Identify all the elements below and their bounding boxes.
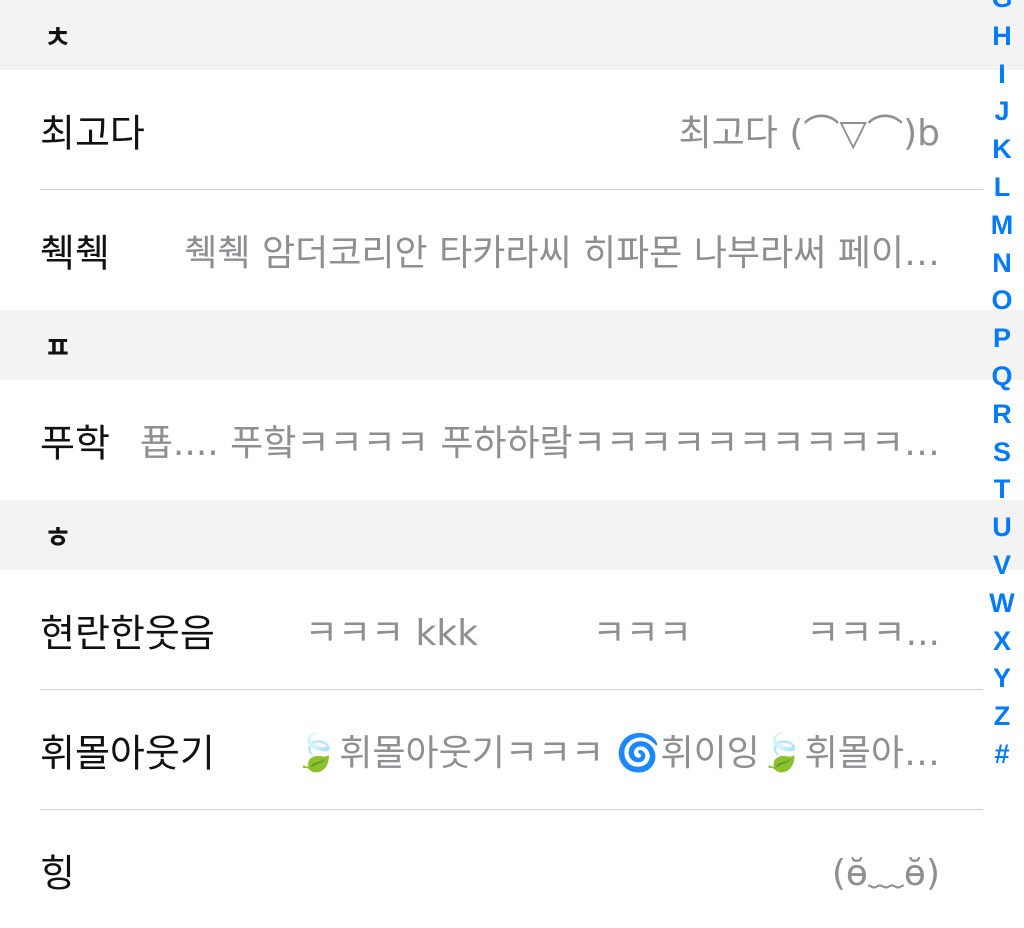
index-letter-t[interactable]: T bbox=[994, 471, 1011, 509]
list-item-puhak[interactable]: 푸학 푭.... 푸핰ㅋㅋㅋㅋ 푸하하랔ㅋㅋㅋㅋㅋㅋㅋㅋㅋㅋ… bbox=[0, 380, 1024, 500]
list-item-title: 휘몰아웃기 bbox=[40, 731, 215, 776]
index-letter-s[interactable]: S bbox=[993, 434, 1011, 472]
list-item-detail: 🍃휘몰아웃기ㅋㅋㅋ 🌀휘이잉🍃휘몰아… bbox=[294, 733, 940, 774]
index-letter-z[interactable]: Z bbox=[994, 698, 1011, 736]
index-letter-l[interactable]: L bbox=[994, 169, 1011, 207]
section-header-hieut: ㅎ bbox=[0, 500, 1024, 570]
list-item-hyeonranhan-useum[interactable]: 현란한웃음 ㅋㅋㅋ kkk ㅋㅋㅋ ㅋㅋㅋ... bbox=[0, 570, 1024, 690]
emoticon-list-screen: ㅊ 최고다 최고다 (⌒▽⌒)b 췍췍 췍췍 암더코리안 타카라씨 히파몬 나부… bbox=[0, 0, 1024, 928]
index-letter-w[interactable]: W bbox=[989, 585, 1014, 623]
list-item-title: 최고다 bbox=[40, 111, 145, 156]
index-letter-q[interactable]: Q bbox=[991, 358, 1012, 396]
index-letter-h[interactable]: H bbox=[992, 18, 1012, 56]
index-letter-y[interactable]: Y bbox=[993, 660, 1011, 698]
section-header-label: ㅊ bbox=[44, 21, 72, 56]
list-item-detail: 푭.... 푸핰ㅋㅋㅋㅋ 푸하하랔ㅋㅋㅋㅋㅋㅋㅋㅋㅋㅋ… bbox=[139, 423, 940, 464]
list-item-detail: (ɵ̆﹏ɵ̆) bbox=[831, 853, 940, 894]
index-letter-m[interactable]: M bbox=[991, 207, 1014, 245]
list-item-title: 힝 bbox=[40, 851, 75, 896]
list-item-hwimola-utgi[interactable]: 휘몰아웃기 🍃휘몰아웃기ㅋㅋㅋ 🌀휘이잉🍃휘몰아… bbox=[0, 690, 1024, 810]
index-letter-p[interactable]: P bbox=[993, 320, 1011, 358]
index-letter-n[interactable]: N bbox=[992, 245, 1012, 283]
index-letter-k[interactable]: K bbox=[992, 131, 1012, 169]
list-item-choegoda[interactable]: 최고다 최고다 (⌒▽⌒)b bbox=[0, 70, 1024, 190]
list-item-detail: 췍췍 암더코리안 타카라씨 히파몬 나부라써 페이… bbox=[184, 233, 940, 274]
index-letter-v[interactable]: V bbox=[993, 547, 1011, 585]
index-letter-u[interactable]: U bbox=[992, 509, 1012, 547]
section-index-bar[interactable]: G H I J K L M N O P Q R S T U V W X Y Z … bbox=[980, 0, 1024, 774]
index-letter-x[interactable]: X bbox=[993, 623, 1011, 661]
list-item-detail: ㅋㅋㅋ kkk ㅋㅋㅋ ㅋㅋㅋ... bbox=[304, 613, 940, 654]
list-item-hing[interactable]: 힝 (ɵ̆﹏ɵ̆) bbox=[0, 810, 1024, 928]
index-letter-i[interactable]: I bbox=[998, 56, 1006, 94]
section-header-label: ㅍ bbox=[44, 331, 72, 366]
list-item-title: 현란한웃음 bbox=[40, 611, 215, 656]
list-item-title: 췍췍 bbox=[40, 231, 110, 276]
list-item-title: 푸학 bbox=[40, 421, 110, 466]
index-letter-j[interactable]: J bbox=[994, 93, 1009, 131]
list-item-detail: 최고다 (⌒▽⌒)b bbox=[678, 113, 940, 154]
list-item-chwekchwek[interactable]: 췍췍 췍췍 암더코리안 타카라씨 히파몬 나부라써 페이… bbox=[0, 190, 1024, 310]
section-header-label: ㅎ bbox=[44, 521, 72, 556]
index-letter-g[interactable]: G bbox=[991, 0, 1012, 18]
section-header-pieup: ㅍ bbox=[0, 310, 1024, 380]
index-letter-hash[interactable]: # bbox=[994, 736, 1009, 774]
section-header-chieut: ㅊ bbox=[0, 0, 1024, 70]
index-letter-o[interactable]: O bbox=[991, 282, 1012, 320]
index-letter-r[interactable]: R bbox=[992, 396, 1012, 434]
